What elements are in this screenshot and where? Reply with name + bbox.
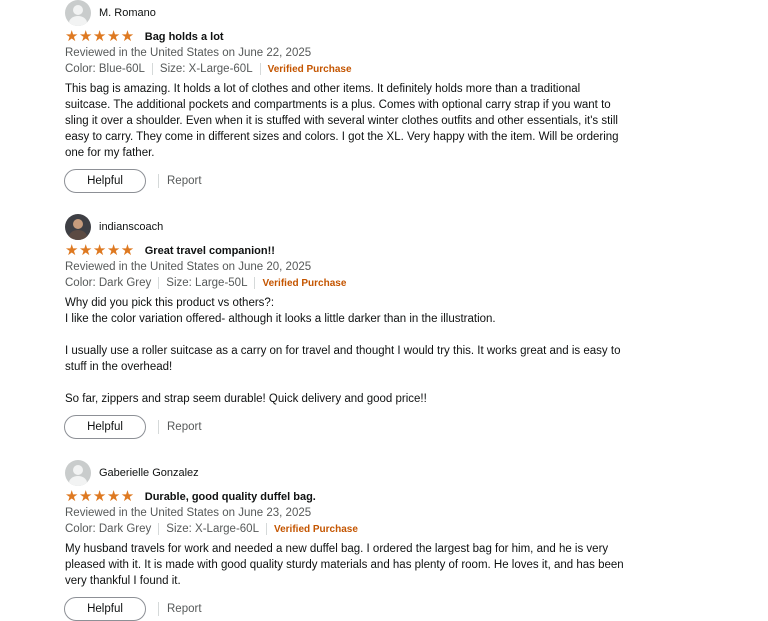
divider	[158, 277, 160, 289]
review-title-line[interactable]: ★★★★★ Durable, good quality duffel bag.	[65, 489, 316, 505]
review-date: Reviewed in the United States on June 22…	[65, 47, 312, 59]
color-attribute[interactable]: Color: Dark Grey	[65, 523, 151, 535]
default-avatar-icon	[65, 460, 91, 486]
report-link[interactable]: Report	[167, 603, 202, 615]
divider	[265, 523, 267, 535]
star-rating-icon: ★★★★★	[65, 488, 135, 505]
divider	[158, 174, 159, 188]
reviewer-name: Gaberielle Gonzalez	[99, 467, 199, 479]
review-date: Reviewed in the United States on June 23…	[65, 507, 312, 519]
review-attributes: Color: Dark Grey Size: Large-50L Verifie…	[65, 277, 346, 289]
review-actions: Helpful Report	[64, 597, 202, 621]
reviewer-name: M. Romano	[99, 7, 156, 19]
verified-purchase-badge: Verified Purchase	[262, 277, 347, 289]
review-text: Why did you pick this product vs others?…	[65, 297, 621, 405]
review-title[interactable]: Great travel companion!!	[145, 245, 275, 257]
divider	[158, 523, 160, 535]
report-link[interactable]: Report	[167, 175, 202, 187]
review-text: My husband travels for work and needed a…	[65, 543, 627, 587]
reviewer-profile[interactable]: Gaberielle Gonzalez	[65, 460, 199, 486]
helpful-button[interactable]: Helpful	[64, 169, 146, 193]
size-attribute[interactable]: Size: X-Large-60L	[160, 63, 253, 75]
review-body: This bag is amazing. It holds a lot of c…	[65, 81, 625, 161]
review-attributes: Color: Dark Grey Size: X-Large-60L Verif…	[65, 523, 358, 535]
default-avatar-icon	[65, 0, 91, 26]
divider	[158, 420, 159, 434]
divider	[259, 63, 261, 75]
review-actions: Helpful Report	[64, 169, 202, 193]
review-title[interactable]: Durable, good quality duffel bag.	[145, 491, 316, 503]
review-title-line[interactable]: ★★★★★ Bag holds a lot	[65, 29, 224, 45]
helpful-button[interactable]: Helpful	[64, 415, 146, 439]
review-title-line[interactable]: ★★★★★ Great travel companion!!	[65, 243, 275, 259]
star-rating-icon: ★★★★★	[65, 28, 135, 45]
divider	[254, 277, 256, 289]
verified-purchase-badge: Verified Purchase	[273, 523, 358, 535]
reviewer-name: indianscoach	[99, 221, 164, 233]
review-body: My husband travels for work and needed a…	[65, 541, 625, 589]
review-text: This bag is amazing. It holds a lot of c…	[65, 83, 622, 159]
review-title[interactable]: Bag holds a lot	[145, 31, 224, 43]
reviewer-profile[interactable]: M. Romano	[65, 0, 156, 26]
verified-purchase-badge: Verified Purchase	[267, 63, 352, 75]
size-attribute[interactable]: Size: Large-50L	[166, 277, 247, 289]
helpful-button[interactable]: Helpful	[64, 597, 146, 621]
report-link[interactable]: Report	[167, 421, 202, 433]
divider	[158, 602, 159, 616]
star-rating-icon: ★★★★★	[65, 242, 135, 259]
divider	[151, 63, 153, 75]
reviewer-profile[interactable]: indianscoach	[65, 214, 163, 240]
size-attribute[interactable]: Size: X-Large-60L	[166, 523, 259, 535]
review-date: Reviewed in the United States on June 20…	[65, 261, 312, 273]
profile-photo-icon	[65, 214, 91, 240]
review-attributes: Color: Blue-60L Size: X-Large-60L Verifi…	[65, 63, 352, 75]
review-body: Why did you pick this product vs others?…	[65, 295, 625, 407]
color-attribute[interactable]: Color: Blue-60L	[65, 63, 145, 75]
review-actions: Helpful Report	[64, 415, 202, 439]
color-attribute[interactable]: Color: Dark Grey	[65, 277, 151, 289]
